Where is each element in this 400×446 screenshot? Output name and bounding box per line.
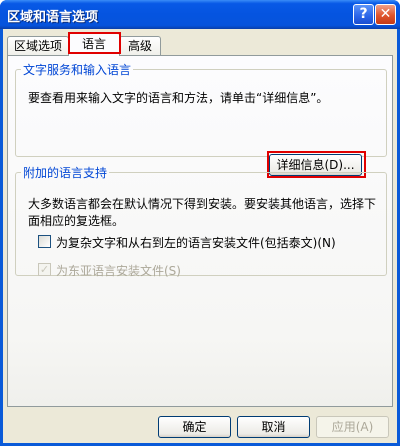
help-button[interactable]: ? — [353, 4, 374, 25]
cancel-button[interactable]: 取消 — [237, 416, 310, 438]
checkmark-icon: ✓ — [39, 263, 50, 276]
dialog-window: 区域和语言选项 ? ✕ 区域选项 语言 高级 文字服务和输入语言 要查看用来输入… — [0, 0, 400, 446]
supplemental-legend: 附加的语言支持 — [23, 166, 108, 180]
tab-panel: 文字服务和输入语言 要查看用来输入文字的语言和方法，请单击“详细信息”。 详细信… — [7, 55, 393, 407]
tab-regional-options[interactable]: 区域选项 — [7, 36, 69, 55]
title-bar[interactable]: 区域和语言选项 ? ✕ — [0, 0, 400, 29]
ok-button[interactable]: 确定 — [158, 416, 231, 438]
complex-script-label[interactable]: 为复杂文字和从右到左的语言安装文件(包括泰文)(N) — [56, 234, 336, 251]
dialog-client: 区域选项 语言 高级 文字服务和输入语言 要查看用来输入文字的语言和方法，请单击… — [3, 29, 397, 443]
text-services-legend: 文字服务和输入语言 — [23, 63, 132, 77]
text-services-description: 要查看用来输入文字的语言和方法，请单击“详细信息”。 — [28, 91, 329, 105]
window-title: 区域和语言选项 — [7, 10, 99, 25]
east-asian-checkbox[interactable]: ✓ — [38, 263, 51, 276]
supplemental-description: 大多数语言都会在默认情况下得到安装。要安装其他语言，选择下面相应的复选框。 — [28, 197, 377, 228]
close-icon: ✕ — [379, 6, 392, 22]
complex-script-checkbox[interactable] — [38, 235, 51, 248]
east-asian-label[interactable]: 为东亚语言安装文件(S) — [56, 262, 181, 279]
tab-advanced[interactable]: 高级 — [119, 36, 161, 55]
apply-button[interactable]: 应用(A) — [316, 416, 389, 438]
close-button[interactable]: ✕ — [375, 4, 396, 25]
supplemental-language-group: 附加的语言支持 大多数语言都会在默认情况下得到安装。要安装其他语言，选择下面相应… — [15, 164, 387, 279]
tab-languages[interactable]: 语言 — [68, 32, 120, 56]
text-services-group: 文字服务和输入语言 要查看用来输入文字的语言和方法，请单击“详细信息”。 详细信… — [15, 61, 387, 178]
help-icon: ? — [359, 6, 368, 22]
